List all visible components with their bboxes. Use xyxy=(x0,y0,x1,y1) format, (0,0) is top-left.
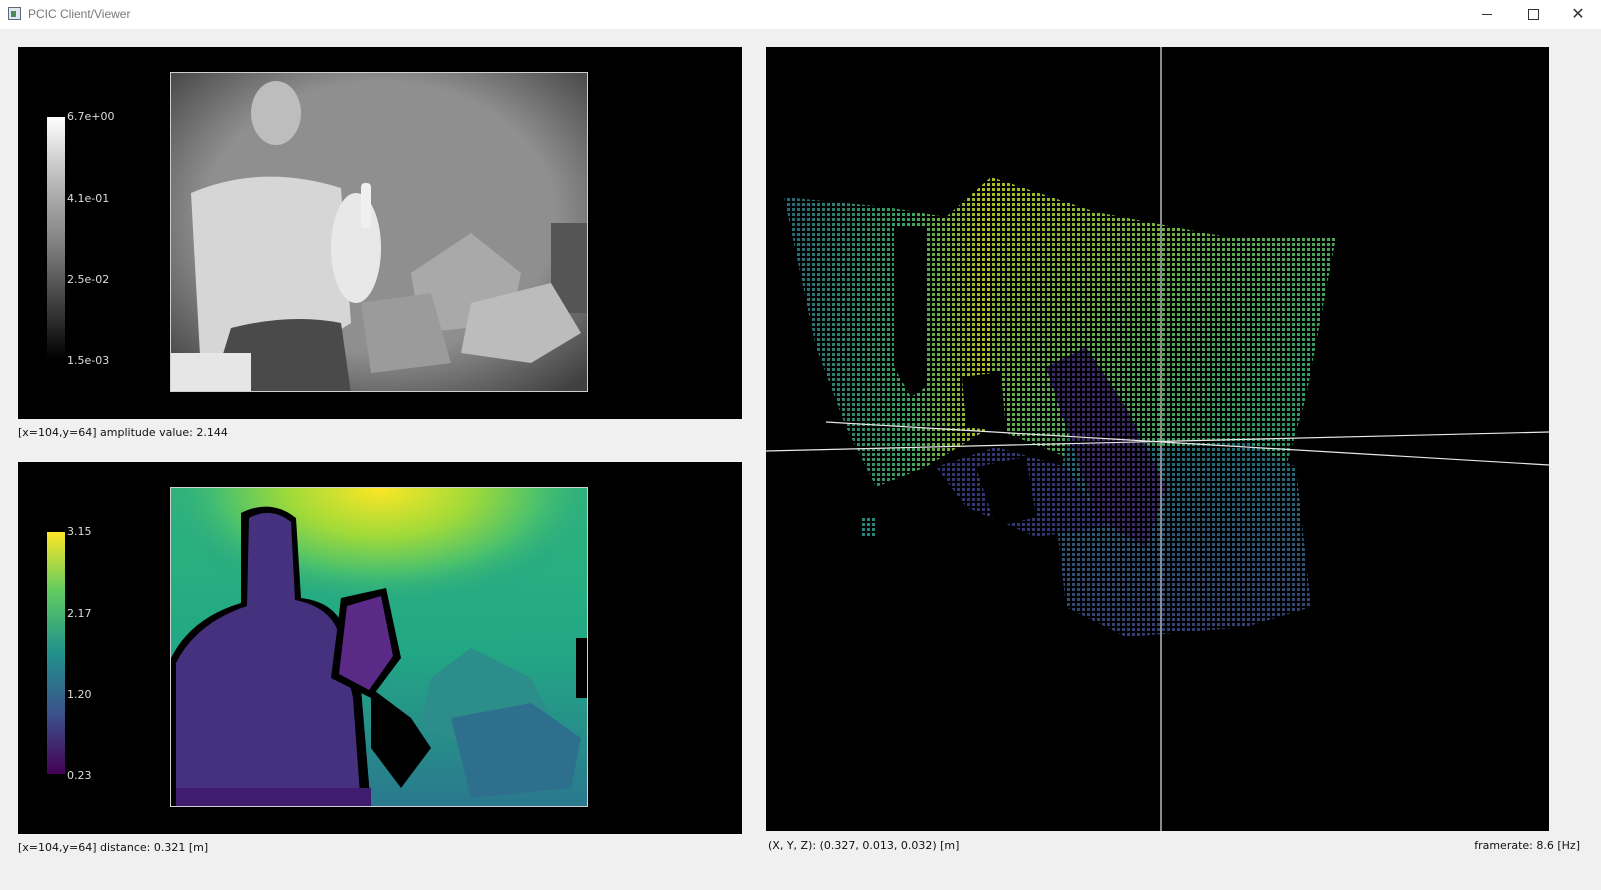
amplitude-colorbar-label: 6.7e+00 xyxy=(67,110,115,123)
distance-view[interactable]: 3.15 2.17 1.20 0.23 xyxy=(18,462,742,834)
amplitude-colorbar-label: 2.5e-02 xyxy=(67,273,110,286)
title-bar[interactable]: PCIC Client/Viewer ✕ xyxy=(0,0,1601,29)
distance-colorbar-label: 2.17 xyxy=(67,607,92,620)
app-window: PCIC Client/Viewer ✕ 6.7e+00 4.1e-01 2.5… xyxy=(0,0,1601,890)
distance-image[interactable] xyxy=(170,487,588,807)
distance-colorbar-label: 3.15 xyxy=(67,525,92,538)
app-icon xyxy=(8,7,21,20)
distance-colorbar xyxy=(47,532,65,774)
amplitude-image[interactable] xyxy=(170,72,588,392)
maximize-icon xyxy=(1527,9,1539,20)
amplitude-view[interactable]: 6.7e+00 4.1e-01 2.5e-02 1.5e-03 xyxy=(18,47,742,419)
maximize-button[interactable] xyxy=(1510,0,1556,29)
amplitude-colorbar xyxy=(47,117,65,359)
distance-colorbar-label: 0.23 xyxy=(67,769,92,782)
distance-status: [x=104,y=64] distance: 0.321 [m] xyxy=(18,841,209,854)
amplitude-colorbar-label: 4.1e-01 xyxy=(67,192,110,205)
close-icon: ✕ xyxy=(1571,5,1585,23)
framerate-status: framerate: 8.6 [Hz] xyxy=(1474,839,1580,852)
minimize-icon xyxy=(1482,14,1492,15)
point-cloud-points xyxy=(784,177,1336,637)
xyz-coordinate-status: (X, Y, Z): (0.327, 0.013, 0.032) [m] xyxy=(768,839,960,852)
close-button[interactable]: ✕ xyxy=(1555,0,1601,29)
amplitude-colorbar-label: 1.5e-03 xyxy=(67,354,110,367)
amplitude-scene xyxy=(171,73,587,391)
point-cloud-canvas[interactable] xyxy=(766,47,1549,831)
minimize-button[interactable] xyxy=(1464,0,1510,29)
window-title: PCIC Client/Viewer xyxy=(28,7,131,21)
distance-colorbar-label: 1.20 xyxy=(67,688,92,701)
point-cloud-view[interactable] xyxy=(766,47,1549,831)
amplitude-status: [x=104,y=64] amplitude value: 2.144 xyxy=(18,426,228,439)
distance-scene xyxy=(171,488,587,806)
